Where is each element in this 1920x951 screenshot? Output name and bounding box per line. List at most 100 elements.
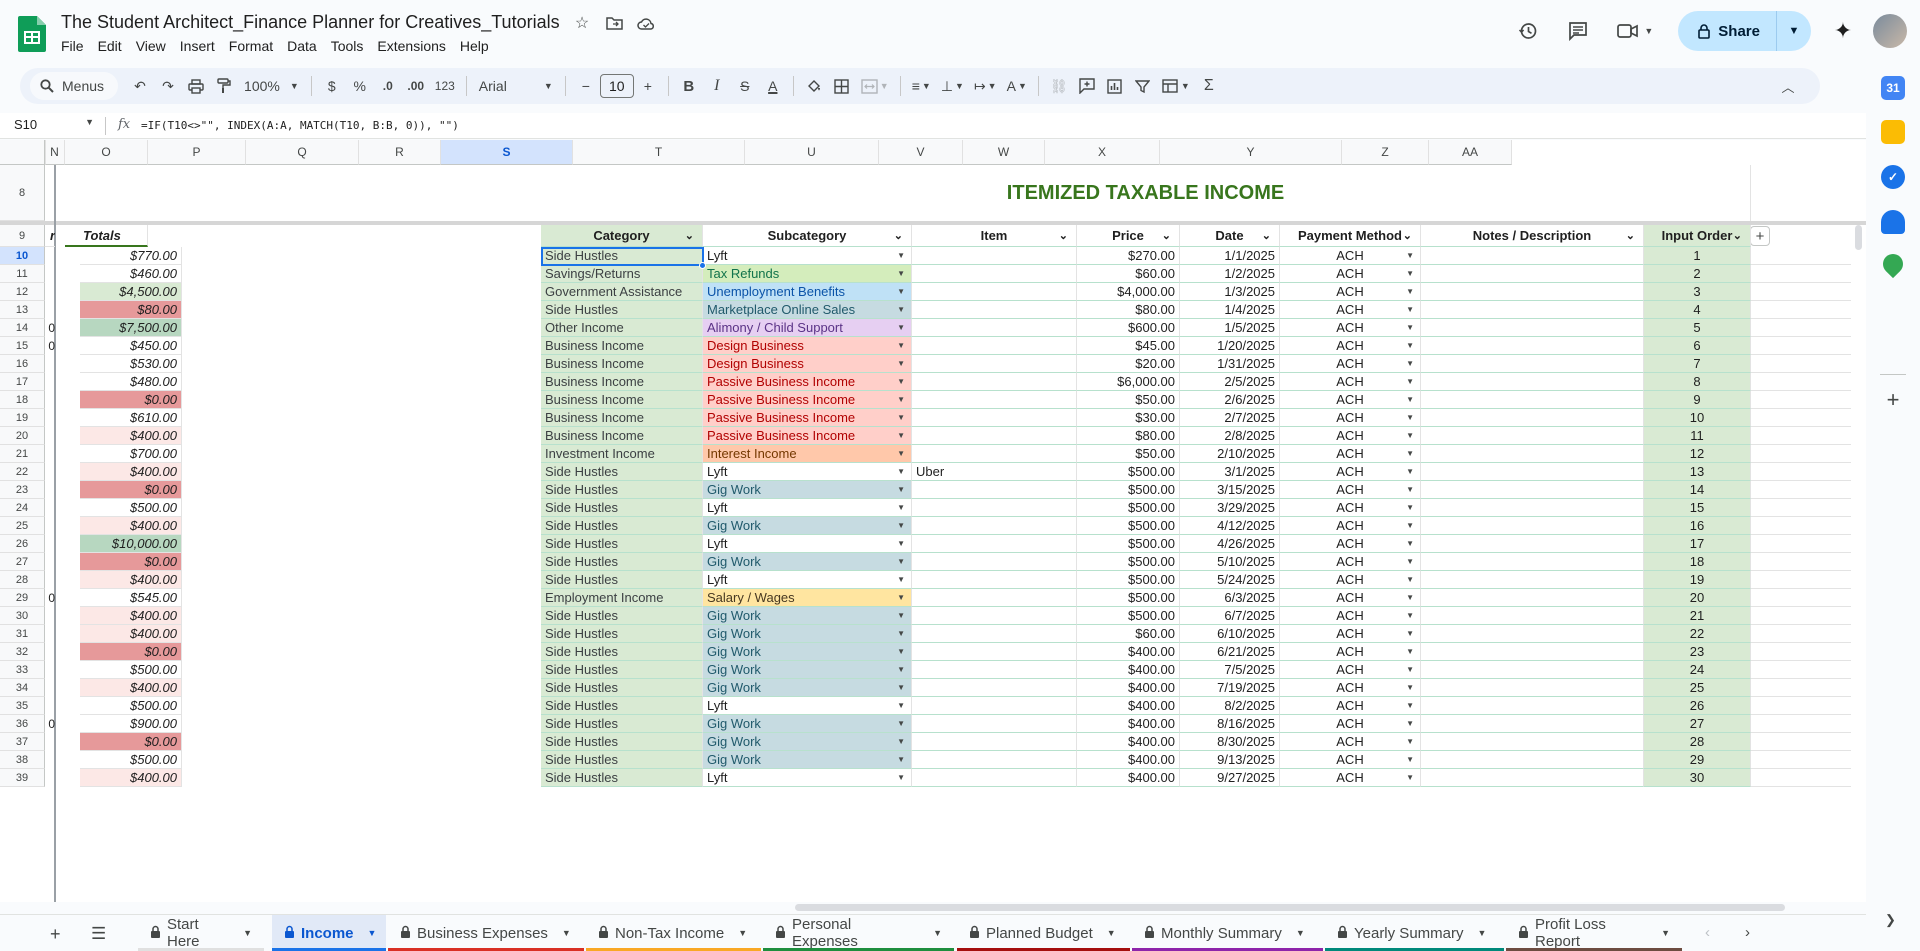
table-cell-date[interactable]: 6/3/2025 — [1180, 589, 1280, 607]
table-cell-date[interactable]: 8/16/2025 — [1180, 715, 1280, 733]
chevron-down-icon[interactable]: ▼ — [897, 719, 905, 728]
table-cell-item[interactable] — [912, 733, 1077, 751]
menu-help[interactable]: Help — [453, 36, 496, 56]
table-cell-input-order[interactable]: 15 — [1644, 499, 1751, 517]
table-cell-price[interactable]: $20.00 — [1077, 355, 1180, 373]
chevron-down-icon[interactable]: ▼ — [897, 629, 905, 638]
payment-method-dropdown-chip[interactable]: ACH ▼ — [1280, 571, 1421, 589]
table-cell-category[interactable]: Side Hustles — [541, 499, 703, 517]
table-cell-input-order[interactable]: 19 — [1644, 571, 1751, 589]
row-header-23[interactable]: 23 — [0, 481, 45, 499]
payment-method-dropdown-chip[interactable]: ACH ▼ — [1280, 409, 1421, 427]
row-header-10[interactable]: 10 — [0, 247, 45, 265]
table-cell-date[interactable]: 4/12/2025 — [1180, 517, 1280, 535]
table-cell-date[interactable]: 1/4/2025 — [1180, 301, 1280, 319]
row-header-12[interactable]: 12 — [0, 283, 45, 301]
table-cell-item[interactable] — [912, 697, 1077, 715]
filter-dropdown-icon[interactable]: ⌄ — [685, 229, 694, 242]
chevron-down-icon[interactable]: ▼ — [897, 449, 905, 458]
column-header-n[interactable]: N — [45, 140, 65, 165]
filter-dropdown-icon[interactable]: ⌄ — [894, 229, 903, 242]
menu-edit[interactable]: Edit — [91, 36, 129, 56]
table-cell-empty[interactable] — [1751, 571, 1851, 589]
table-cell-input-order[interactable]: 8 — [1644, 373, 1751, 391]
row-header-24[interactable]: 24 — [0, 499, 45, 517]
table-cell-category[interactable]: Side Hustles — [541, 679, 703, 697]
row-header-17[interactable]: 17 — [0, 373, 45, 391]
zoom-select[interactable]: 100% ▼ — [238, 78, 305, 94]
table-cell-item[interactable] — [912, 607, 1077, 625]
more-formats-button[interactable]: 123 — [430, 72, 460, 100]
table-cell-item[interactable] — [912, 625, 1077, 643]
chevron-down-icon[interactable]: ▼ — [897, 323, 905, 332]
table-cell-price[interactable]: $500.00 — [1077, 553, 1180, 571]
chevron-down-icon[interactable]: ▼ — [1406, 413, 1414, 422]
table-cell-category[interactable]: Side Hustles — [541, 733, 703, 751]
table-cell-item[interactable] — [912, 715, 1077, 733]
table-cell-item[interactable]: Uber — [912, 463, 1077, 481]
table-cell-date[interactable]: 9/27/2025 — [1180, 769, 1280, 787]
add-column-icon[interactable]: + — [1750, 226, 1770, 246]
bold-icon[interactable]: B — [675, 72, 703, 100]
table-cell-item[interactable] — [912, 337, 1077, 355]
increase-decimal-button[interactable]: .00 — [402, 72, 430, 100]
sheet-tab-start-here[interactable]: Start Here ▼ — [138, 915, 264, 951]
table-cell-category[interactable]: Side Hustles — [541, 553, 703, 571]
subcategory-dropdown-chip[interactable]: Interest Income ▼ — [703, 445, 912, 463]
filter-views-icon[interactable]: ▼ — [1157, 72, 1195, 100]
subcategory-dropdown-chip[interactable]: Passive Business Income ▼ — [703, 409, 912, 427]
chevron-down-icon[interactable]: ▼ — [897, 521, 905, 530]
column-header-u[interactable]: U — [745, 140, 879, 165]
table-cell-category[interactable]: Side Hustles — [541, 661, 703, 679]
table-cell-category[interactable]: Business Income — [541, 427, 703, 445]
table-cell-empty[interactable] — [1751, 661, 1851, 679]
table-cell-empty[interactable] — [1751, 355, 1851, 373]
chevron-down-icon[interactable]: ▼ — [1406, 593, 1414, 602]
table-cell-item[interactable] — [912, 301, 1077, 319]
table-cell-notes-description[interactable] — [1421, 301, 1644, 319]
chevron-down-icon[interactable]: ▼ — [1406, 359, 1414, 368]
sheet-tab-yearly-summary[interactable]: Yearly Summary ▼ — [1325, 915, 1504, 951]
subcategory-dropdown-chip[interactable]: Gig Work ▼ — [703, 679, 912, 697]
menu-view[interactable]: View — [129, 36, 173, 56]
table-cell-category[interactable]: Business Income — [541, 337, 703, 355]
percent-format-button[interactable]: % — [346, 72, 374, 100]
chevron-down-icon[interactable]: ▼ — [897, 557, 905, 566]
table-cell-date[interactable]: 1/2/2025 — [1180, 265, 1280, 283]
insert-comment-icon[interactable] — [1073, 72, 1101, 100]
table-cell-input-order[interactable]: 21 — [1644, 607, 1751, 625]
table-cell-notes-description[interactable] — [1421, 571, 1644, 589]
table-cell-price[interactable]: $400.00 — [1077, 661, 1180, 679]
subcategory-dropdown-chip[interactable]: Design Business ▼ — [703, 337, 912, 355]
table-cell-price[interactable]: $400.00 — [1077, 697, 1180, 715]
table-cell-price[interactable]: $500.00 — [1077, 481, 1180, 499]
chevron-down-icon[interactable]: ▼ — [897, 413, 905, 422]
meet-camera-icon[interactable]: ▼ — [1608, 11, 1662, 51]
table-cell-empty[interactable] — [1751, 373, 1851, 391]
chevron-down-icon[interactable]: ▼ — [1406, 683, 1414, 692]
table-cell-category[interactable]: Side Hustles — [541, 247, 703, 265]
column-header-x[interactable]: X — [1045, 140, 1160, 165]
table-cell-empty[interactable] — [1751, 301, 1851, 319]
chevron-down-icon[interactable]: ▼ — [897, 539, 905, 548]
table-cell-notes-description[interactable] — [1421, 319, 1644, 337]
comments-icon[interactable] — [1558, 11, 1598, 51]
chevron-down-icon[interactable]: ▼ — [1406, 431, 1414, 440]
table-cell-item[interactable] — [912, 355, 1077, 373]
subcategory-dropdown-chip[interactable]: Lyft ▼ — [703, 247, 912, 265]
chevron-down-icon[interactable]: ▼ — [1406, 755, 1414, 764]
table-cell-input-order[interactable]: 7 — [1644, 355, 1751, 373]
row-header-8[interactable]: 8 — [0, 165, 45, 221]
payment-method-dropdown-chip[interactable]: ACH ▼ — [1280, 607, 1421, 625]
payment-method-dropdown-chip[interactable]: ACH ▼ — [1280, 337, 1421, 355]
table-cell-category[interactable]: Side Hustles — [541, 301, 703, 319]
row-header-15[interactable]: 15 — [0, 337, 45, 355]
table-cell-category[interactable]: Other Income — [541, 319, 703, 337]
increase-font-size-icon[interactable]: + — [634, 72, 662, 100]
payment-method-dropdown-chip[interactable]: ACH ▼ — [1280, 697, 1421, 715]
column-header-m[interactable] — [45, 140, 46, 165]
fill-handle[interactable] — [699, 262, 706, 269]
table-cell-date[interactable]: 2/10/2025 — [1180, 445, 1280, 463]
row-header-30[interactable]: 30 — [0, 607, 45, 625]
menu-data[interactable]: Data — [280, 36, 324, 56]
